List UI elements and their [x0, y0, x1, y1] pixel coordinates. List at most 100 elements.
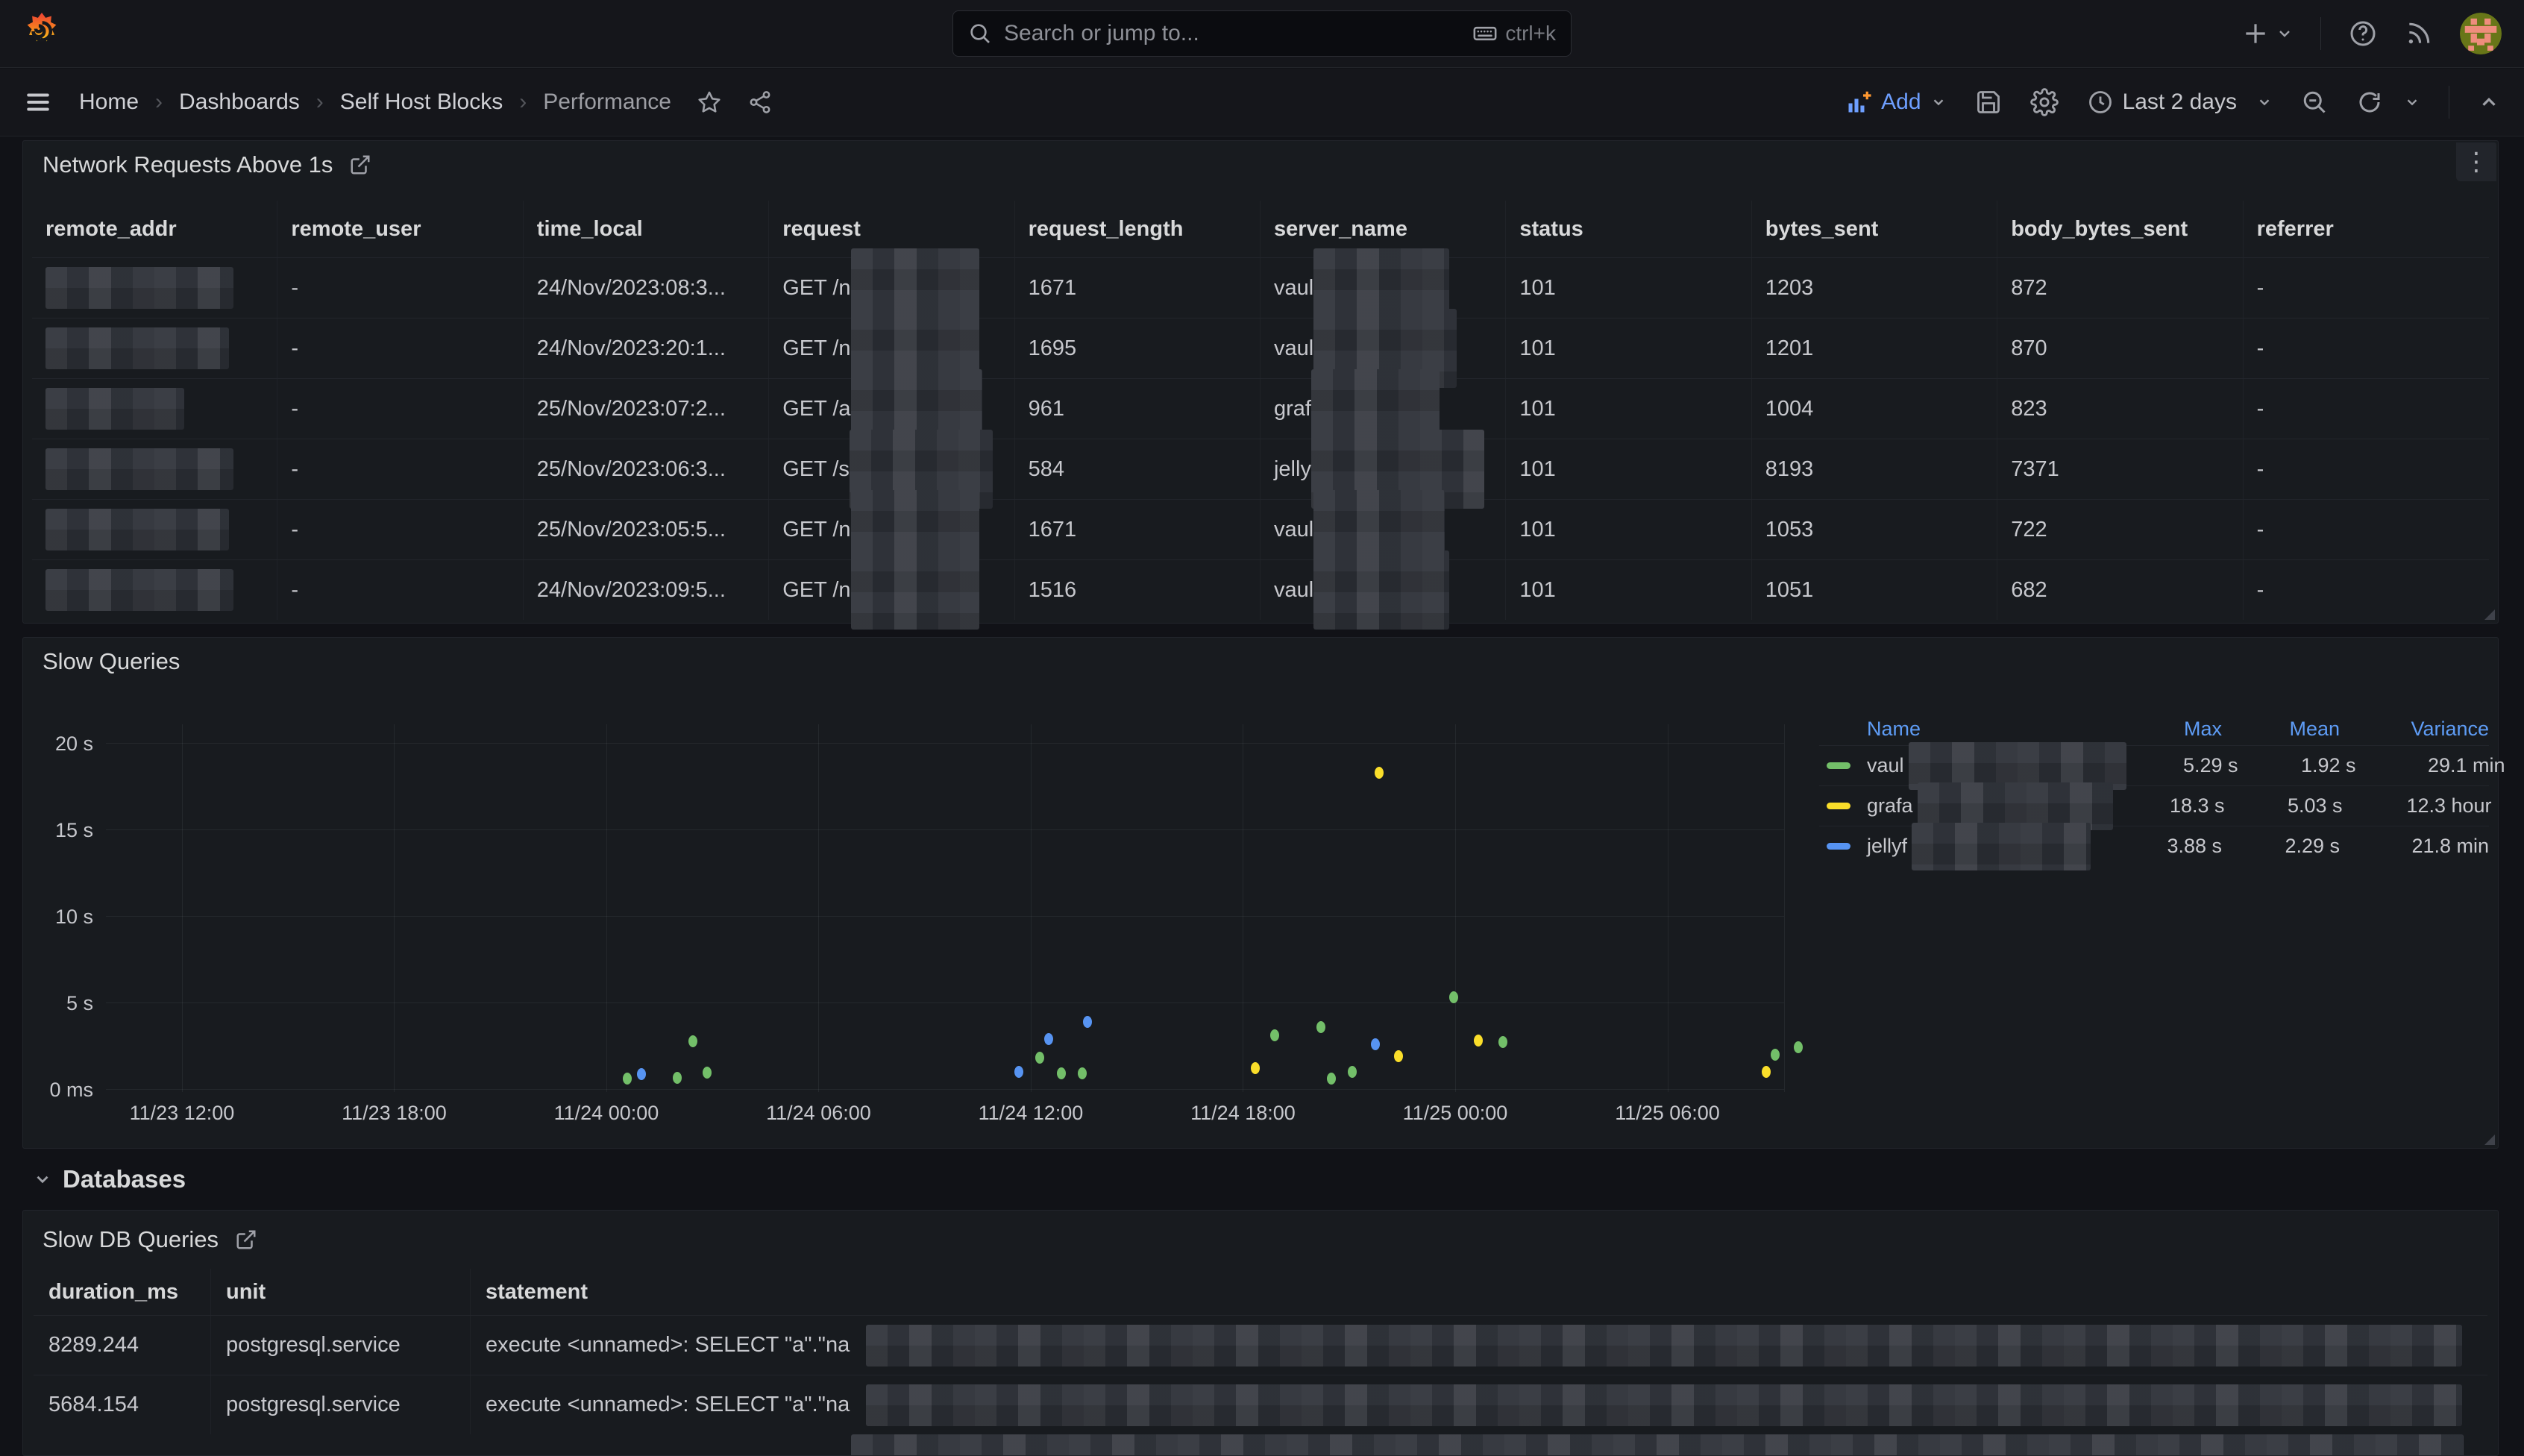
scatter-point — [1498, 1036, 1507, 1048]
user-avatar[interactable] — [2460, 13, 2502, 54]
column-header[interactable]: request_length — [1015, 201, 1261, 257]
scatter-point — [1371, 1038, 1380, 1050]
chevron-down-icon — [33, 1170, 52, 1189]
top-nav: ctrl+k — [0, 0, 2524, 68]
cell-bytes-sent: 1201 — [1752, 318, 1997, 378]
dashboard-settings-button[interactable] — [2030, 88, 2059, 116]
panel-title: Slow DB Queries — [43, 1226, 219, 1253]
legend-sort-variance[interactable]: Variance — [2340, 718, 2489, 741]
search-input[interactable] — [1004, 21, 1472, 46]
legend-sort-max[interactable]: Max — [2110, 718, 2222, 741]
refresh-button[interactable] — [2356, 89, 2420, 116]
gridline-horizontal — [106, 829, 1784, 830]
breadcrumb-folder[interactable]: Self Host Blocks — [340, 90, 503, 115]
grafana-logo[interactable] — [22, 13, 61, 54]
gridline-horizontal — [106, 743, 1784, 744]
panel-slow-db-queries: Slow DB Queries duration_ms unit stateme… — [22, 1210, 2499, 1456]
legend-variance-value: 12.3 hour — [2343, 794, 2492, 818]
slow-db-table-header: duration_ms unit statement — [34, 1269, 2487, 1315]
series-color — [1827, 803, 1850, 809]
redacted-value — [45, 327, 229, 369]
redacted-value — [45, 448, 233, 490]
cell-unit: postgresql.service — [211, 1316, 471, 1375]
legend-series-name[interactable]: vaul — [1867, 754, 2126, 778]
slow-queries-chart: 0 ms5 s10 s15 s20 s11/23 12:0011/23 18:0… — [106, 724, 1784, 1089]
external-link-icon[interactable] — [349, 154, 371, 176]
cell-referrer: - — [2244, 379, 2489, 439]
breadcrumb-home[interactable]: Home — [79, 90, 139, 115]
collapse-toolbar-button[interactable] — [2478, 91, 2500, 113]
column-header[interactable]: body_bytes_sent — [1997, 201, 2243, 257]
breadcrumb-dashboards[interactable]: Dashboards — [179, 90, 300, 115]
network-table: remote_addr remote_user time_local reque… — [32, 201, 2489, 620]
news-rss-button[interactable] — [2405, 19, 2433, 48]
chart-legend: Name Max Mean Variance vaul5.29 s1.92 s2… — [1819, 712, 2489, 866]
legend-row: jellyf3.88 s2.29 s21.8 min — [1819, 826, 2489, 866]
zoom-out-button[interactable] — [2301, 89, 2328, 116]
add-button[interactable]: Add — [1845, 89, 1946, 116]
x-axis-tick-label: 11/25 00:00 — [1366, 1102, 1545, 1125]
section-row-databases[interactable]: Databases — [33, 1165, 186, 1193]
y-axis-tick-label: 10 s — [15, 906, 93, 929]
share-button[interactable] — [747, 90, 773, 115]
cell-status: 101 — [1506, 379, 1751, 439]
gridline-horizontal — [106, 916, 1784, 917]
mega-menu-button[interactable] — [24, 88, 52, 116]
search-box[interactable]: ctrl+k — [952, 10, 1572, 57]
cell-remote-addr — [32, 379, 277, 439]
cell-bytes-sent: 1053 — [1752, 500, 1997, 559]
column-header[interactable]: status — [1506, 201, 1751, 257]
time-range-picker[interactable]: Last 2 days — [2087, 89, 2273, 116]
cell-statement: execute <unnamed>: SELECT "a"."na — [471, 1375, 2487, 1434]
x-axis-tick-label: 11/23 12:00 — [92, 1102, 271, 1125]
column-header[interactable]: remote_user — [277, 201, 523, 257]
legend-sort-mean[interactable]: Mean — [2222, 718, 2340, 741]
panel-network-requests: Network Requests Above 1s ⋮ remote_addr … — [22, 140, 2499, 624]
cell-time-local: 24/Nov/2023:08:3... — [524, 258, 769, 318]
y-axis-tick-label: 0 ms — [15, 1079, 93, 1102]
refresh-interval-dropdown[interactable] — [2404, 94, 2420, 110]
scatter-point — [1449, 991, 1458, 1003]
scatter-point — [623, 1073, 632, 1085]
column-header[interactable]: statement — [471, 1269, 2487, 1315]
new-button[interactable] — [2241, 19, 2294, 48]
legend-sort-name[interactable]: Name — [1867, 718, 2110, 741]
cell-request-length: 584 — [1015, 439, 1261, 499]
panel-menu-button[interactable]: ⋮ — [2456, 142, 2496, 181]
column-header[interactable]: duration_ms — [34, 1269, 211, 1315]
x-axis-tick-label: 11/23 18:00 — [304, 1102, 483, 1125]
table-row: -25/Nov/2023:07:2...GET /a961graf1011004… — [32, 378, 2489, 439]
legend-series-name[interactable]: grafa — [1867, 794, 2113, 818]
column-header[interactable]: unit — [211, 1269, 471, 1315]
table-row: 5684.154postgresql.serviceexecute <unnam… — [34, 1375, 2487, 1434]
cell-remote-user: - — [277, 379, 523, 439]
column-header[interactable]: referrer — [2244, 201, 2489, 257]
table-row: -25/Nov/2023:05:5...GET /n1671vaul101105… — [32, 499, 2489, 559]
cell-request-length: 1671 — [1015, 500, 1261, 559]
cell-remote-user: - — [277, 258, 523, 318]
cell-remote-addr — [32, 439, 277, 499]
cell-time-local: 25/Nov/2023:05:5... — [524, 500, 769, 559]
scatter-point — [1375, 767, 1384, 779]
scatter-point — [1014, 1066, 1023, 1078]
scatter-point — [1251, 1062, 1260, 1074]
gridline-vertical — [1031, 724, 1032, 1092]
gridline-horizontal — [106, 1002, 1784, 1003]
panel-resize-handle[interactable] — [2484, 1135, 2495, 1145]
save-dashboard-button[interactable] — [1975, 89, 2002, 116]
column-header[interactable]: remote_addr — [32, 201, 277, 257]
x-axis-tick-label: 11/24 18:00 — [1153, 1102, 1332, 1125]
legend-series-name[interactable]: jellyf — [1867, 835, 2110, 859]
cell-duration-ms: 8289.244 — [34, 1316, 211, 1375]
cell-remote-user: - — [277, 500, 523, 559]
cell-remote-addr — [32, 318, 277, 378]
divider — [2320, 17, 2321, 50]
y-axis-tick-label: 20 s — [15, 732, 93, 756]
star-button[interactable] — [697, 90, 722, 115]
column-header[interactable]: time_local — [524, 201, 769, 257]
cell-status: 101 — [1506, 439, 1751, 499]
external-link-icon[interactable] — [235, 1228, 257, 1251]
panel-resize-handle[interactable] — [2484, 609, 2495, 620]
help-button[interactable] — [2348, 19, 2378, 48]
column-header[interactable]: bytes_sent — [1752, 201, 1997, 257]
